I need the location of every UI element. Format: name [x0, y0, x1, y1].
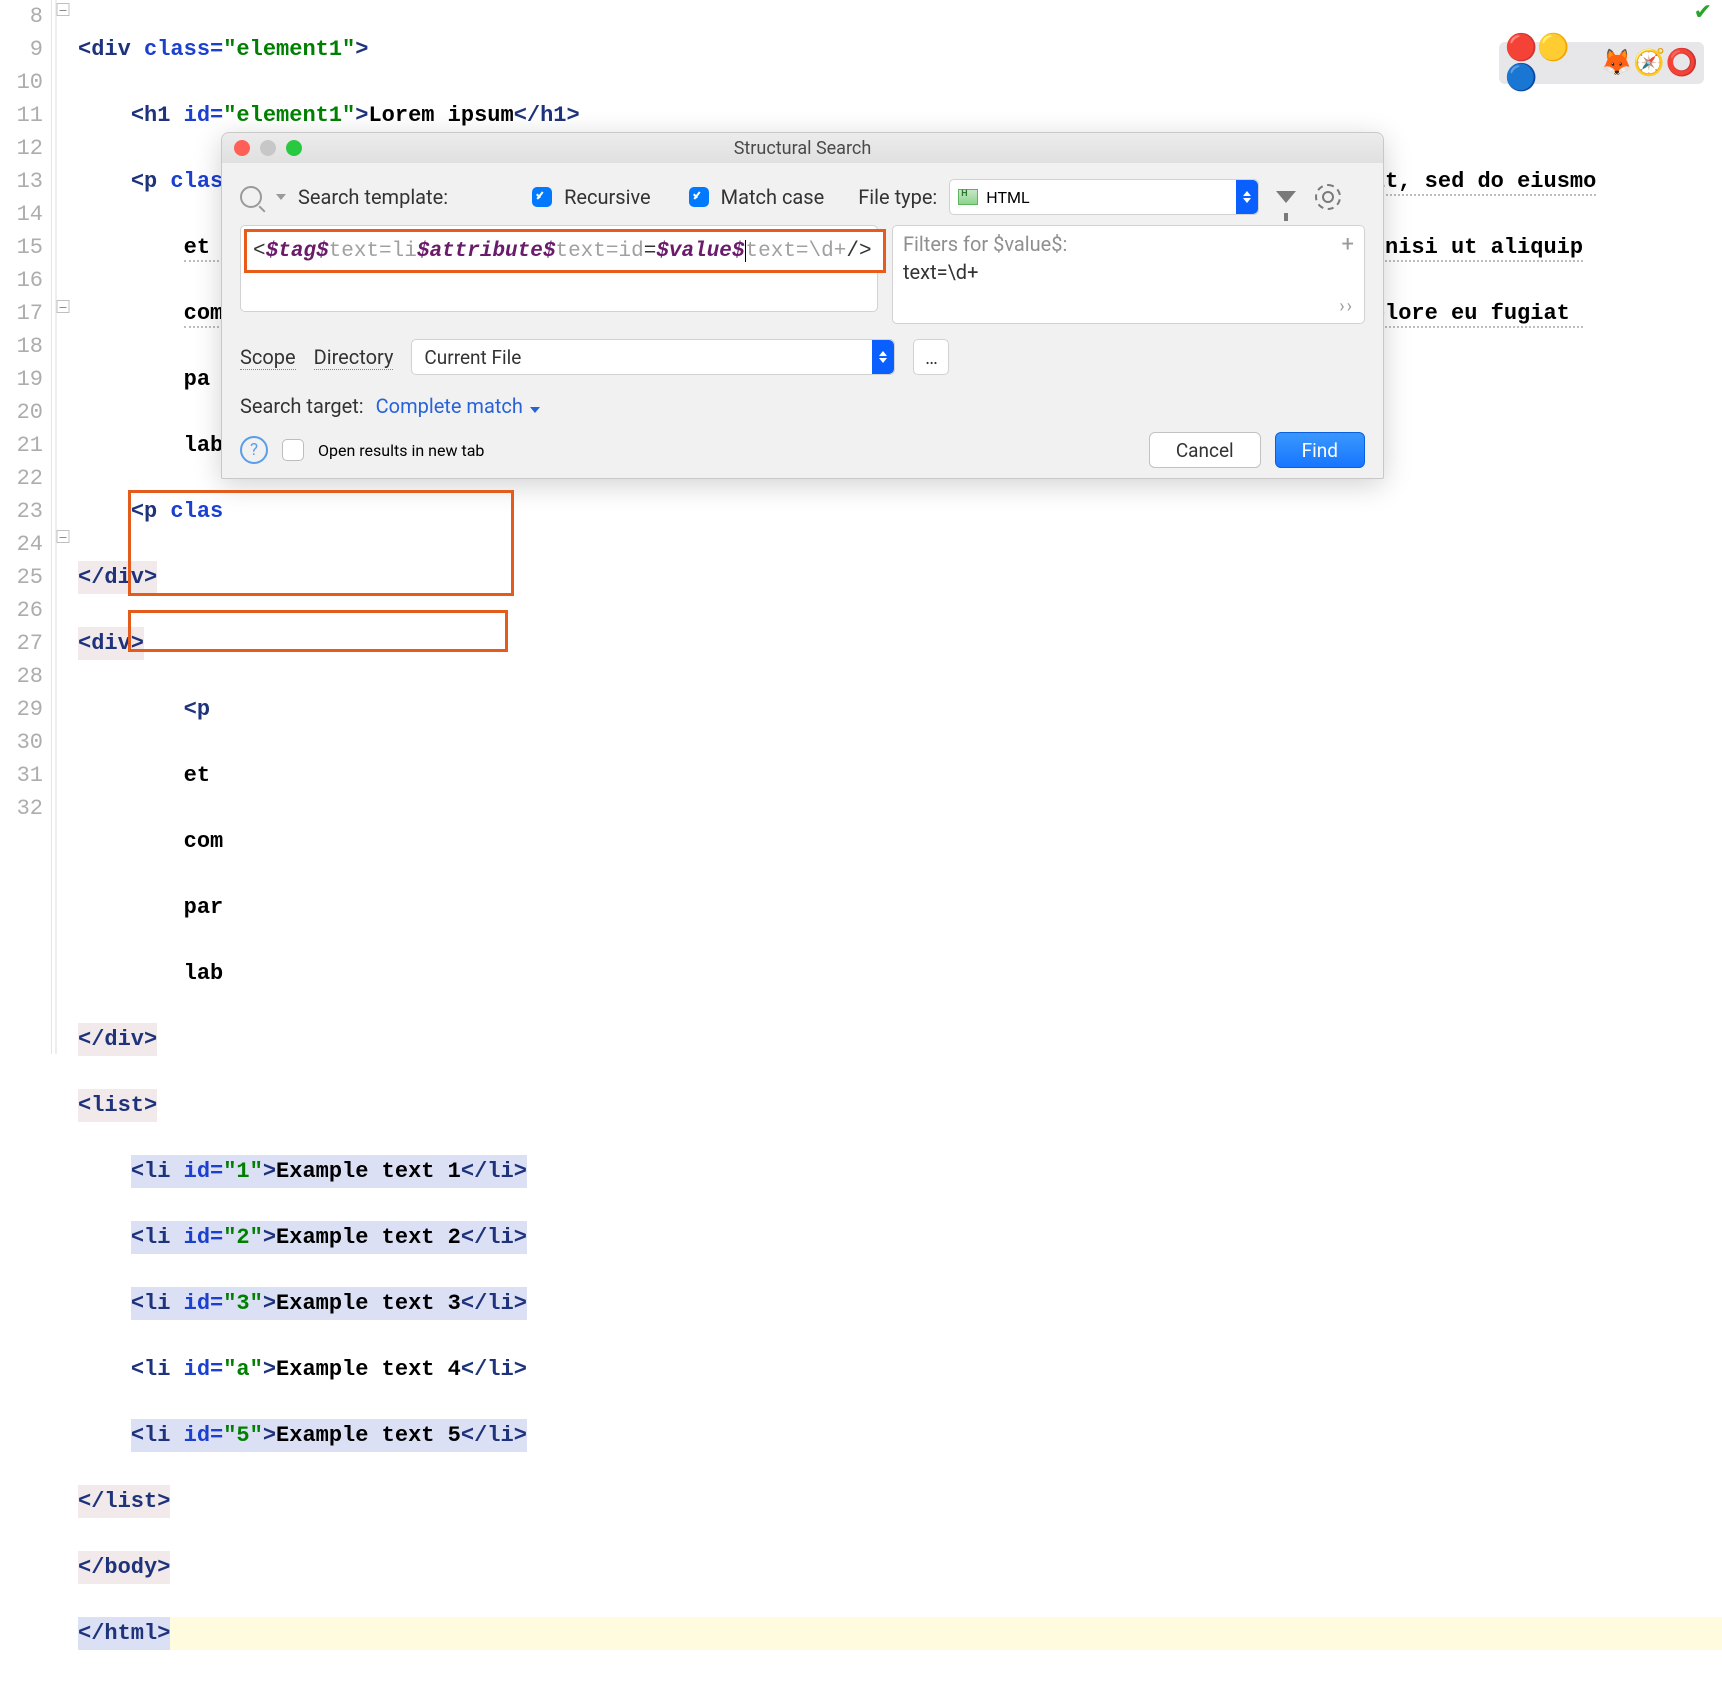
- code-line: par: [78, 891, 1722, 924]
- search-match-highlight: [128, 490, 514, 596]
- line-number: 10: [0, 66, 43, 99]
- line-number: 26: [0, 594, 43, 627]
- cancel-button[interactable]: Cancel: [1149, 432, 1261, 468]
- line-number: 17: [0, 297, 43, 330]
- code-line: <div class="element1">: [78, 33, 1722, 66]
- line-number: 9: [0, 33, 43, 66]
- file-type-select[interactable]: HTML: [949, 179, 1259, 215]
- code-line: </list>: [78, 1485, 1722, 1518]
- search-template-input[interactable]: < $tag$ text=li $attribute$ text=id = $v…: [240, 225, 878, 312]
- line-number: 14: [0, 198, 43, 231]
- recursive-label: Recursive: [564, 185, 651, 209]
- structural-search-dialog: Structural Search Search template: Recur…: [221, 132, 1384, 479]
- search-target-dropdown[interactable]: Complete match: [376, 394, 540, 418]
- fold-marker[interactable]: [57, 300, 70, 313]
- scope-value: Current File: [424, 346, 521, 369]
- line-number: 13: [0, 165, 43, 198]
- recursive-checkbox[interactable]: [532, 187, 552, 207]
- scope-browse-button[interactable]: …: [913, 339, 949, 375]
- code-line: <h1 id="element1">Lorem ipsum</h1>: [78, 99, 1722, 132]
- line-number: 8: [0, 0, 43, 33]
- search-icon[interactable]: [240, 186, 262, 208]
- line-number: 12: [0, 132, 43, 165]
- open-results-label: Open results in new tab: [318, 441, 484, 460]
- fold-column: [52, 0, 74, 1054]
- more-filters-icon[interactable]: ››: [1339, 296, 1354, 317]
- line-number: 16: [0, 264, 43, 297]
- search-target-label: Search target:: [240, 394, 364, 418]
- line-number: 31: [0, 759, 43, 792]
- find-button[interactable]: Find: [1275, 432, 1365, 468]
- line-number: 32: [0, 792, 43, 825]
- filters-text: text=\d+: [903, 260, 1354, 284]
- line-number: 20: [0, 396, 43, 429]
- line-number: 19: [0, 363, 43, 396]
- file-type-value: HTML: [986, 188, 1029, 207]
- code-line: <li id="1">Example text 1</li>: [78, 1155, 1722, 1188]
- code-line: <li id="3">Example text 3</li>: [78, 1287, 1722, 1320]
- code-line: et: [78, 759, 1722, 792]
- dialog-titlebar[interactable]: Structural Search: [222, 133, 1383, 163]
- chevron-down-icon: [530, 407, 540, 413]
- directory-link[interactable]: Directory: [314, 345, 394, 370]
- file-type-label: File type:: [858, 185, 937, 209]
- filter-icon[interactable]: [1271, 182, 1301, 212]
- code-line: </html>: [78, 1617, 1722, 1650]
- open-results-checkbox[interactable]: [282, 439, 304, 461]
- code-line: </div>: [78, 1023, 1722, 1056]
- code-line: <li id="5">Example text 5</li>: [78, 1419, 1722, 1452]
- code-line: com: [78, 825, 1722, 858]
- match-case-checkbox[interactable]: [689, 187, 709, 207]
- search-match-highlight: [128, 610, 508, 652]
- code-line: </body>: [78, 1551, 1722, 1584]
- line-number: 28: [0, 660, 43, 693]
- line-number: 29: [0, 693, 43, 726]
- line-number: 18: [0, 330, 43, 363]
- help-icon[interactable]: ?: [240, 436, 268, 464]
- add-filter-icon[interactable]: +: [1342, 232, 1354, 257]
- line-number: 24: [0, 528, 43, 561]
- code-line: lab: [78, 957, 1722, 990]
- line-number: 27: [0, 627, 43, 660]
- line-number: 23: [0, 495, 43, 528]
- scope-link[interactable]: Scope: [240, 345, 296, 370]
- settings-gear-icon[interactable]: [1313, 182, 1343, 212]
- match-case-label: Match case: [721, 185, 825, 209]
- search-template-label: Search template:: [298, 185, 448, 209]
- history-dropdown-icon[interactable]: [276, 194, 286, 200]
- dialog-title: Structural Search: [222, 138, 1383, 159]
- line-number: 15: [0, 231, 43, 264]
- code-line: <list>: [78, 1089, 1722, 1122]
- fold-marker[interactable]: [57, 530, 70, 543]
- filters-panel[interactable]: Filters for $value$: text=\d+ + ››: [892, 225, 1365, 324]
- code-line: <li id="2">Example text 2</li>: [78, 1221, 1722, 1254]
- select-arrows-icon: [1236, 180, 1258, 214]
- html-file-icon: [958, 189, 978, 205]
- line-number-gutter: 8910111213141516171819202122232425262728…: [0, 0, 52, 1054]
- filters-header: Filters for $value$:: [903, 232, 1354, 256]
- code-line: <li id="a">Example text 4</li>: [78, 1353, 1722, 1386]
- line-number: 21: [0, 429, 43, 462]
- scope-select[interactable]: Current File: [411, 339, 895, 375]
- line-number: 25: [0, 561, 43, 594]
- line-number: 11: [0, 99, 43, 132]
- code-line: <p: [78, 693, 1722, 726]
- fold-marker[interactable]: [57, 3, 70, 16]
- select-arrows-icon: [872, 340, 894, 374]
- line-number: 22: [0, 462, 43, 495]
- line-number: 30: [0, 726, 43, 759]
